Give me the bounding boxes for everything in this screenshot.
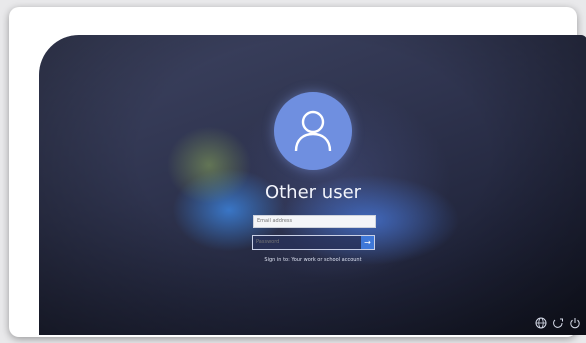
accessibility-icon[interactable] xyxy=(552,317,564,329)
arrow-right-icon: → xyxy=(364,238,371,247)
system-tray xyxy=(535,317,581,329)
password-field[interactable] xyxy=(253,236,360,249)
photo-frame: Other user → Sign in to: Your work or sc… xyxy=(9,7,586,337)
submit-button[interactable]: → xyxy=(361,236,374,249)
user-name: Other user xyxy=(264,182,362,203)
lock-screen: Other user → Sign in to: Your work or sc… xyxy=(39,35,586,335)
power-icon[interactable] xyxy=(569,317,581,329)
user-avatar xyxy=(274,92,352,170)
sign-in-target: Sign in to: Your work or school account xyxy=(264,257,362,263)
password-row: → xyxy=(252,235,375,250)
user-icon xyxy=(294,110,332,152)
network-icon[interactable] xyxy=(535,317,547,329)
email-field[interactable] xyxy=(253,215,376,228)
